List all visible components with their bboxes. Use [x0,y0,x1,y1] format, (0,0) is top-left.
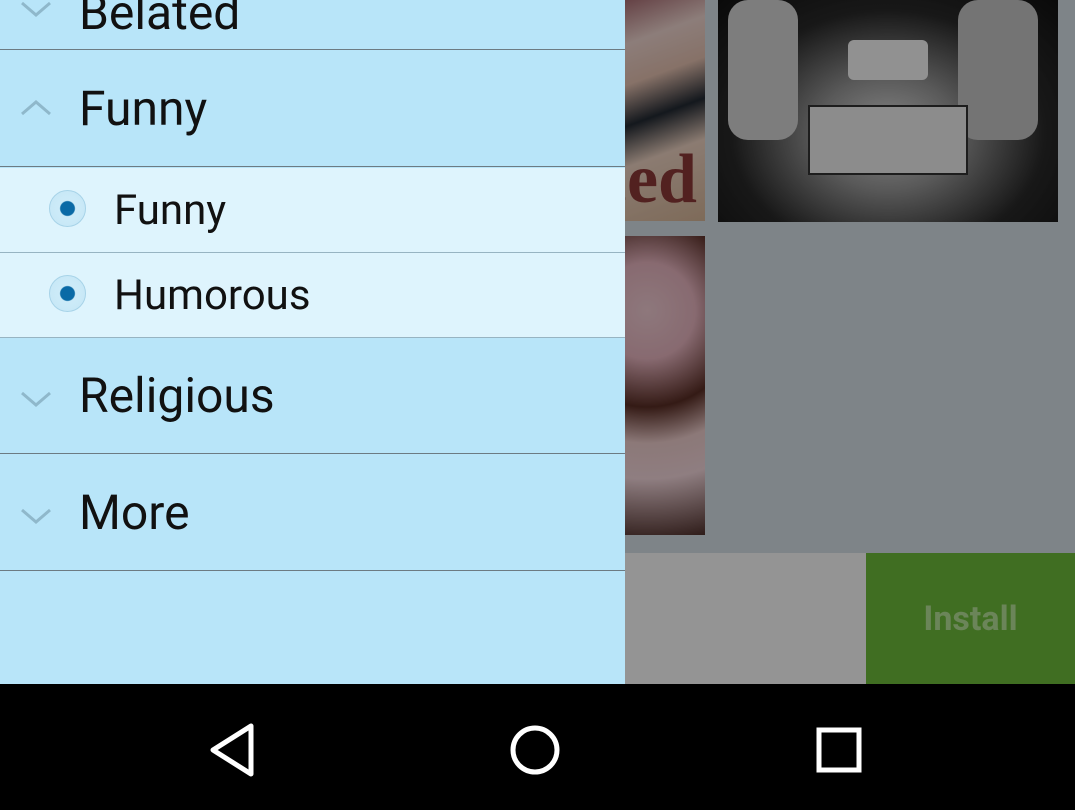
drawer-group-label: Funny [79,80,208,137]
drawer-child-humorous[interactable]: Humorous [0,253,625,338]
chevron-down-icon [21,391,51,407]
chevron-down-icon [21,508,51,524]
recents-square-icon[interactable] [809,720,869,780]
radio-selected-icon[interactable] [49,190,86,227]
chevron-up-icon [21,100,51,116]
home-circle-icon[interactable] [505,720,565,780]
drawer-child-label: Funny [114,185,227,235]
drawer-group-label: Religious [79,367,275,424]
system-navigation-bar [0,684,1075,810]
drawer-group-belated[interactable]: Belated [0,0,625,50]
back-triangle-icon[interactable] [203,720,263,780]
radio-selected-icon[interactable] [49,275,86,312]
navigation-drawer: Belated Funny Funny Humorous Religious M… [0,0,625,684]
drawer-child-label: Humorous [114,270,311,320]
drawer-group-label: Belated [79,0,241,41]
drawer-child-funny[interactable]: Funny [0,168,625,253]
chevron-down-icon [21,1,51,17]
drawer-group-funny[interactable]: Funny [0,51,625,167]
drawer-group-label: More [79,484,190,541]
drawer-group-more[interactable]: More [0,455,625,571]
drawer-group-religious[interactable]: Religious [0,338,625,454]
